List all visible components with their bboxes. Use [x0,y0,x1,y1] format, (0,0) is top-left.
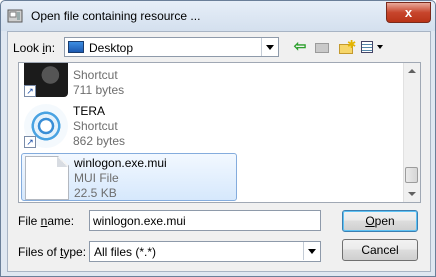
list-item-selected[interactable]: winlogon.exe.mui MUI File 22.5 KB [21,153,237,201]
chevron-down-icon[interactable] [303,242,320,260]
shortcut-arrow-icon: ↗ [24,136,36,148]
scroll-up-icon[interactable] [404,63,420,79]
file-list[interactable]: ↗ Shortcut 711 bytes ↗ TERA Shortcut 862… [18,62,421,203]
file-type-label: Files of type: [18,245,87,259]
window-title: Open file containing resource ... [31,9,201,23]
look-in-dropdown[interactable]: Desktop [64,37,279,57]
scroll-down-icon[interactable] [404,186,420,202]
back-arrow-icon[interactable]: ⇦ [291,38,309,56]
file-type: Shortcut [73,119,118,133]
look-in-value: Desktop [89,41,134,55]
file-size: 862 bytes [73,134,126,148]
new-folder-icon[interactable]: ✱ [337,38,356,56]
look-in-label: Look in: [13,41,56,55]
cancel-button[interactable]: Cancel [342,239,418,261]
file-type: Shortcut [73,68,118,82]
file-size: 711 bytes [73,83,125,97]
steam-shortcut-icon: ↗ [24,63,68,97]
file-icon [25,156,69,200]
file-name: winlogon.exe.mui [74,156,167,170]
file-type: MUI File [74,171,119,185]
vertical-scrollbar[interactable] [403,63,420,202]
tera-icon: ↗ [24,104,68,148]
up-folder-icon[interactable] [313,38,331,56]
file-size: 22.5 KB [74,186,117,200]
file-name-label: File name: [18,214,75,228]
file-name: TERA [73,104,106,118]
open-file-dialog: Open file containing resource ... x Look… [0,0,436,277]
view-menu-icon[interactable] [359,38,387,56]
title-bar[interactable]: Open file containing resource ... x [1,1,435,31]
list-item[interactable]: ↗ Shortcut 711 bytes [21,63,237,99]
file-type-value: All files (*.*) [94,245,157,259]
close-button[interactable]: x [386,2,431,23]
file-type-dropdown[interactable]: All files (*.*) [89,241,321,262]
shortcut-arrow-icon: ↗ [24,85,36,97]
file-name-input[interactable]: winlogon.exe.mui [89,210,321,231]
chevron-down-icon[interactable] [261,38,278,56]
list-item[interactable]: ↗ TERA Shortcut 862 bytes [21,102,237,150]
open-button[interactable]: Open [342,210,418,232]
desktop-icon [68,41,84,53]
scroll-thumb[interactable] [405,167,418,183]
app-icon [7,9,23,23]
